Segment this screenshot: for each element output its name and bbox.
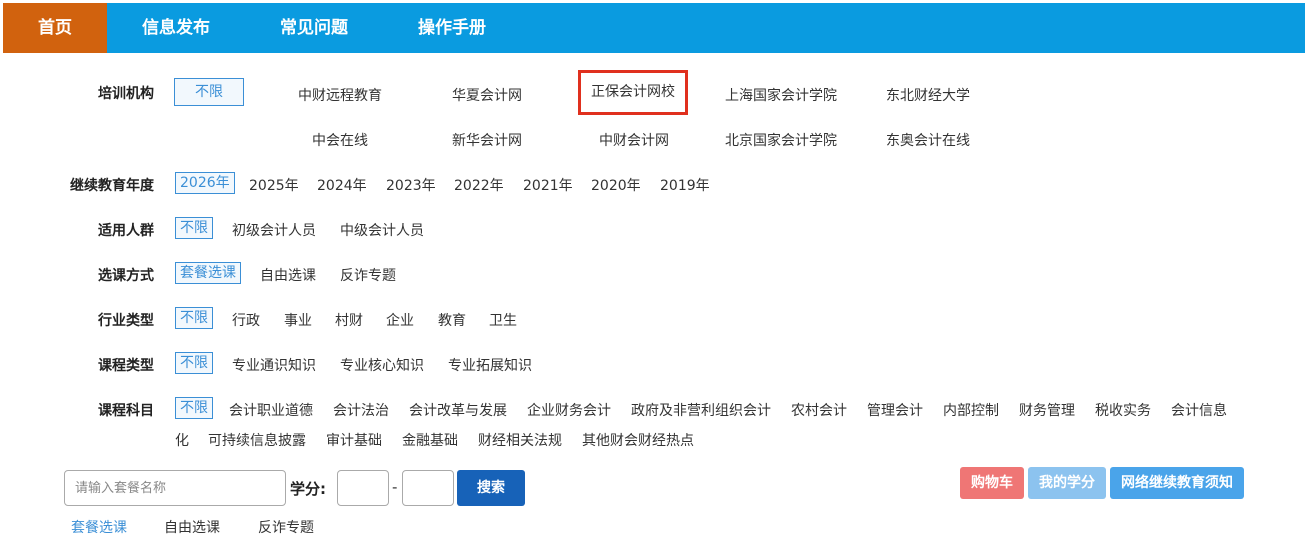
mode-option[interactable]: 反诈专题 [340,265,396,285]
my-credit-button[interactable]: 我的学分 [1028,467,1106,499]
industry-option[interactable]: 事业 [284,310,312,330]
subject-option[interactable]: 会计改革与发展 [409,400,507,420]
subject-option[interactable]: 农村会计 [791,400,847,420]
subject-option[interactable]: 其他财会财经热点 [582,430,694,450]
institution-option[interactable]: 中财远程教育 [298,85,382,105]
course-type-option[interactable]: 专业通识知识 [232,355,316,375]
institution-option[interactable]: 上海国家会计学院 [725,85,837,105]
course-type-option[interactable]: 不限 [175,352,213,374]
nav-home[interactable]: 首页 [3,3,107,53]
industry-option[interactable]: 行政 [232,310,260,330]
institution-option[interactable]: 不限 [174,78,244,106]
nav-manual[interactable]: 操作手册 [383,3,521,53]
tab-free-selection[interactable]: 自由选课 [164,517,220,537]
industry-option[interactable]: 不限 [175,307,213,329]
audience-option[interactable]: 中级会计人员 [340,220,424,240]
subject-option[interactable]: 政府及非营利组织会计 [631,400,771,420]
year-option[interactable]: 2022年 [454,175,504,195]
institution-option[interactable]: 中财会计网 [599,130,669,150]
audience-option[interactable]: 初级会计人员 [232,220,316,240]
industry-option[interactable]: 企业 [386,310,414,330]
credit-range-dash: - [392,478,398,496]
subject-option[interactable]: 不限 [175,397,213,419]
year-option[interactable]: 2026年 [175,172,235,194]
industry-option[interactable]: 教育 [438,310,466,330]
credit-max-input[interactable] [402,470,454,506]
subject-option[interactable]: 会计信息 [1171,400,1227,420]
subject-option[interactable]: 管理会计 [867,400,923,420]
industry-option[interactable]: 村财 [335,310,363,330]
year-option[interactable]: 2023年 [386,175,436,195]
filter-label-subject: 课程科目 [98,403,154,419]
filter-label-mode: 选课方式 [98,268,154,284]
institution-option[interactable]: 北京国家会计学院 [725,130,837,150]
year-option[interactable]: 2021年 [523,175,573,195]
package-name-input[interactable] [64,470,286,506]
year-option[interactable]: 2019年 [660,175,710,195]
audience-option[interactable]: 不限 [175,217,213,239]
subject-option[interactable]: 会计法治 [333,400,389,420]
nav-info-publish[interactable]: 信息发布 [107,3,245,53]
subject-option[interactable]: 税收实务 [1095,400,1151,420]
industry-option[interactable]: 卫生 [489,310,517,330]
subject-option[interactable]: 财务管理 [1019,400,1075,420]
mode-option[interactable]: 套餐选课 [175,262,241,284]
credit-min-input[interactable] [337,470,389,506]
institution-option[interactable]: 新华会计网 [452,130,522,150]
subject-option[interactable]: 企业财务会计 [527,400,611,420]
credit-label: 学分: [290,480,326,498]
institution-option[interactable]: 东奥会计在线 [886,130,970,150]
nav-faq[interactable]: 常见问题 [245,3,383,53]
year-option[interactable]: 2020年 [591,175,641,195]
filter-label-course-type: 课程类型 [98,358,154,374]
tab-anti-fraud[interactable]: 反诈专题 [258,517,314,537]
subject-option[interactable]: 化 [175,430,189,450]
subject-option[interactable]: 会计职业道德 [229,400,313,420]
subject-option[interactable]: 金融基础 [402,430,458,450]
cart-button[interactable]: 购物车 [960,467,1024,499]
tab-package-selection[interactable]: 套餐选课 [71,517,127,537]
top-nav: 首页 信息发布 常见问题 操作手册 [3,3,1305,53]
subject-option[interactable]: 财经相关法规 [478,430,562,450]
institution-option[interactable]: 中会在线 [312,130,368,150]
filter-label-audience: 适用人群 [98,223,154,239]
course-type-option[interactable]: 专业拓展知识 [448,355,532,375]
year-option[interactable]: 2025年 [249,175,299,195]
filter-label-industry: 行业类型 [98,313,154,329]
institution-option-highlighted[interactable]: 正保会计网校 [578,70,688,115]
search-button[interactable]: 搜索 [457,470,525,506]
institution-option[interactable]: 华夏会计网 [452,85,522,105]
course-type-option[interactable]: 专业核心知识 [340,355,424,375]
institution-option[interactable]: 东北财经大学 [886,85,970,105]
filter-label-year: 继续教育年度 [70,178,154,194]
subject-option[interactable]: 审计基础 [326,430,382,450]
subject-option[interactable]: 内部控制 [943,400,999,420]
subject-option[interactable]: 可持续信息披露 [208,430,306,450]
notice-button[interactable]: 网络继续教育须知 [1110,467,1244,499]
filter-label-institution: 培训机构 [98,86,154,102]
mode-option[interactable]: 自由选课 [260,265,316,285]
year-option[interactable]: 2024年 [317,175,367,195]
